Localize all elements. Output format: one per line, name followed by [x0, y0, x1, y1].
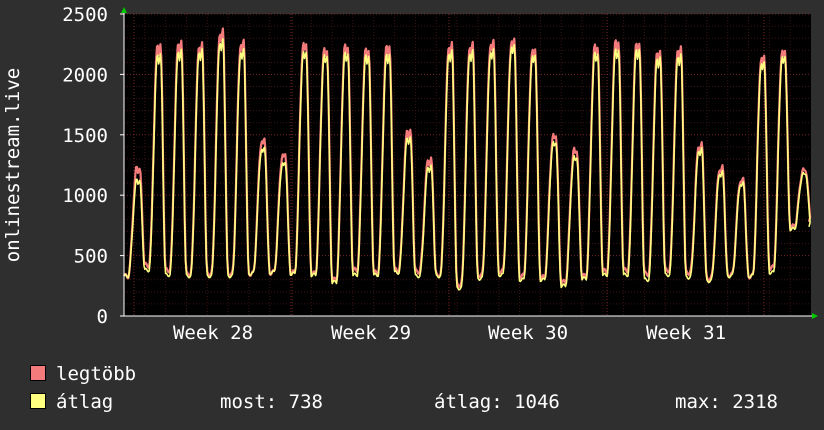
x-tick-label: Week 28: [173, 322, 253, 344]
y-axis-ticks: 0 500 1000 1500 2000 2500: [62, 4, 124, 328]
y-tick-label: 500: [74, 246, 108, 268]
x-tick-label: Week 30: [488, 322, 568, 344]
y-tick-label: 2000: [62, 64, 108, 86]
y-tick-label: 2500: [62, 4, 108, 26]
legend-swatch-avg: [30, 393, 46, 409]
x-axis-ticks: Week 28 Week 29 Week 30 Week 31: [173, 322, 726, 344]
y-tick-label: 1500: [62, 125, 108, 147]
legend-label-max: legtöbb: [56, 363, 137, 385]
stat-max: max: 2318: [675, 391, 778, 413]
legend-item-avg: átlag: [30, 390, 113, 414]
y-axis-arrow-icon: [121, 7, 127, 13]
stat-average: átlag: 1046: [434, 391, 560, 413]
x-axis-arrow-icon: [812, 313, 818, 319]
x-tick-label: Week 29: [331, 322, 411, 344]
stat-now: most: 738: [220, 391, 323, 413]
legend-label-avg: átlag: [56, 391, 114, 413]
y-tick-label: 0: [97, 306, 108, 328]
legend-item-max: legtöbb: [30, 362, 136, 386]
y-axis-label: onlinestream.live: [2, 68, 24, 262]
y-tick-label: 1000: [62, 185, 108, 207]
x-tick-label: Week 31: [646, 322, 726, 344]
legend-swatch-max: [30, 365, 46, 381]
